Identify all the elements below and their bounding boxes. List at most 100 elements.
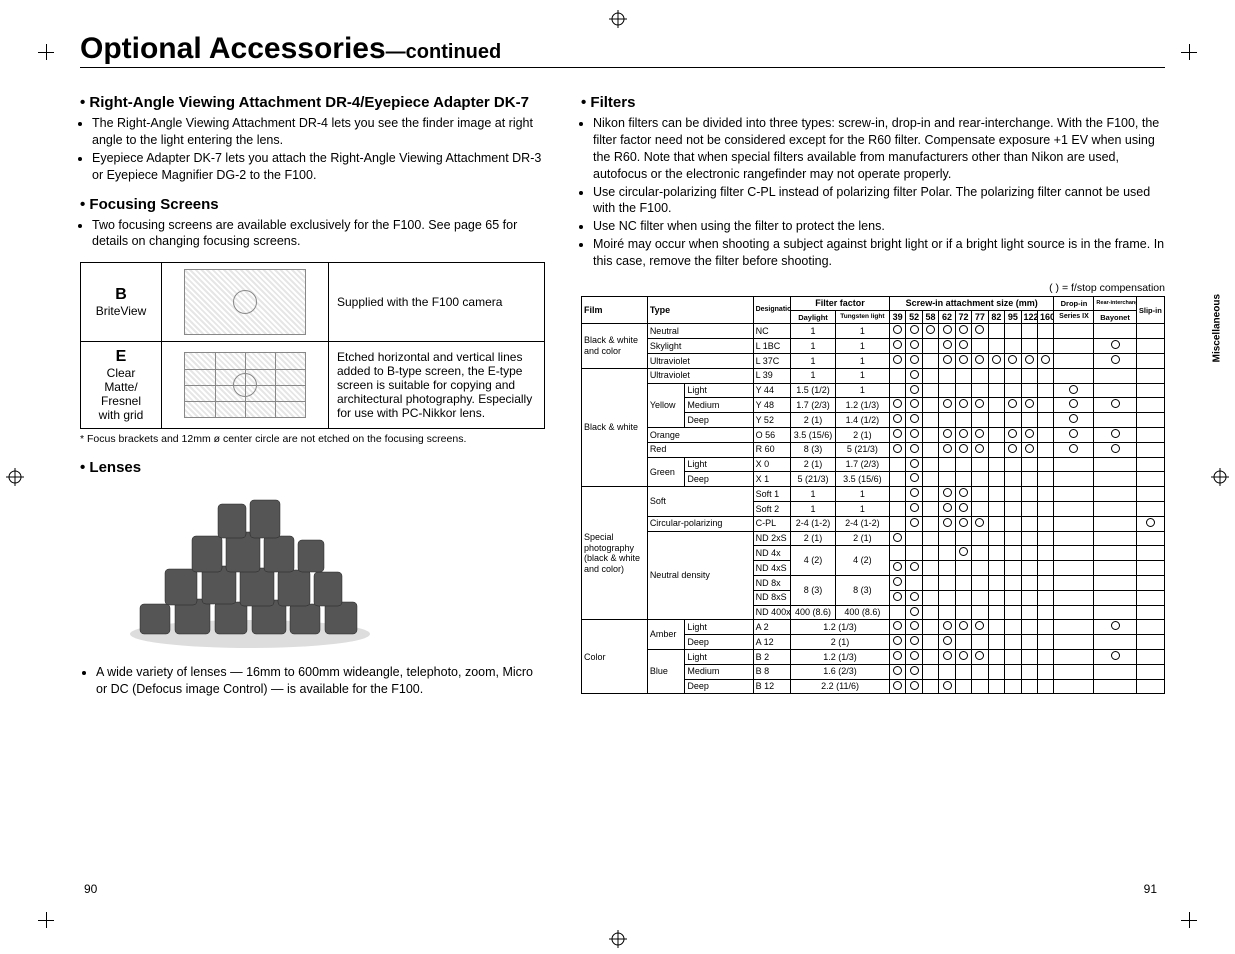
size-cell — [906, 664, 922, 679]
size-cell — [1038, 339, 1054, 354]
size-cell — [1005, 635, 1021, 650]
title-suffix: —continued — [386, 41, 502, 63]
subtype-cell: Light — [685, 620, 753, 635]
daylight-cell: 2.2 (11/6) — [791, 679, 890, 694]
daylight-cell: 1 — [791, 487, 836, 502]
daylight-cell: 1 — [791, 324, 836, 339]
size-cell — [955, 339, 971, 354]
size-cell — [1038, 635, 1054, 650]
series-cell — [1054, 605, 1094, 620]
size-cell — [1005, 383, 1021, 398]
subtype-cell: Medium — [685, 398, 753, 413]
size-cell — [1005, 502, 1021, 517]
size-cell — [1038, 679, 1054, 694]
size-cell — [906, 383, 922, 398]
size-cell — [922, 487, 938, 502]
size-cell — [972, 679, 988, 694]
series-cell — [1054, 576, 1094, 591]
type-cell: Neutral density — [647, 531, 753, 620]
tungsten-cell: 1 — [835, 354, 889, 369]
designation-cell: C-PL — [753, 516, 791, 531]
size-cell — [939, 339, 955, 354]
size-cell — [939, 502, 955, 517]
type-cell: Amber — [647, 620, 685, 650]
size-cell — [988, 546, 1004, 561]
bayonet-cell — [1094, 664, 1136, 679]
designation-cell: B 12 — [753, 679, 791, 694]
size-cell — [906, 679, 922, 694]
type-cell: Neutral — [647, 324, 753, 339]
size-cell — [1005, 442, 1021, 457]
size-cell — [1005, 516, 1021, 531]
size-cell — [889, 561, 905, 576]
size-cell — [988, 487, 1004, 502]
crop-mark — [38, 912, 54, 928]
size-cell — [988, 472, 1004, 487]
designation-cell: Y 44 — [753, 383, 791, 398]
size-cell — [939, 635, 955, 650]
size-cell — [1021, 635, 1037, 650]
size-cell — [906, 368, 922, 383]
tungsten-cell: 2 (1) — [835, 531, 889, 546]
size-cell — [1038, 398, 1054, 413]
type-cell: Skylight — [647, 339, 753, 354]
size-cell — [922, 398, 938, 413]
size-cell — [955, 442, 971, 457]
size-cell — [1021, 428, 1037, 443]
series-cell — [1054, 546, 1094, 561]
size-cell — [939, 472, 955, 487]
bullet: The Right-Angle Viewing Attachment DR-4 … — [92, 115, 545, 149]
size-cell — [1021, 368, 1037, 383]
daylight-cell: 8 (3) — [791, 576, 836, 606]
size-cell — [1021, 664, 1037, 679]
th-rear: Rear-interchange — [1094, 296, 1136, 310]
slipin-cell — [1136, 650, 1164, 665]
size-cell — [1038, 442, 1054, 457]
subtype-cell: Light — [685, 457, 753, 472]
table-row: EClear Matte/ Fresnel with grid Etched h… — [81, 342, 545, 429]
size-cell — [1021, 546, 1037, 561]
screen-b-desc: Supplied with the F100 camera — [329, 263, 545, 342]
designation-cell: Soft 2 — [753, 502, 791, 517]
size-cell — [972, 546, 988, 561]
table-row: Special photography (black & white and c… — [582, 487, 1165, 502]
daylight-cell: 1 — [791, 502, 836, 517]
size-cell — [922, 383, 938, 398]
size-cell — [1005, 368, 1021, 383]
bullets-filters: Nikon filters can be divided into three … — [581, 115, 1165, 270]
tungsten-cell: 1 — [835, 487, 889, 502]
series-cell — [1054, 413, 1094, 428]
slipin-cell — [1136, 487, 1164, 502]
size-cell — [1038, 428, 1054, 443]
th-slip: Slip-in — [1136, 296, 1164, 324]
designation-cell: L 39 — [753, 368, 791, 383]
size-cell — [1005, 354, 1021, 369]
film-cell: Black & white — [582, 368, 648, 486]
size-cell — [1038, 576, 1054, 591]
bayonet-cell — [1094, 368, 1136, 383]
size-cell — [1021, 339, 1037, 354]
designation-cell: Y 48 — [753, 398, 791, 413]
size-cell — [939, 442, 955, 457]
size-cell — [1038, 354, 1054, 369]
size-cell — [906, 546, 922, 561]
size-cell — [922, 605, 938, 620]
series-cell — [1054, 324, 1094, 339]
type-cell: Circular-polarizing — [647, 516, 753, 531]
bayonet-cell — [1094, 620, 1136, 635]
size-cell — [988, 413, 1004, 428]
size-cell — [1038, 502, 1054, 517]
size-cell — [922, 472, 938, 487]
film-cell: Black & white and color — [582, 324, 648, 368]
subtype-cell: Deep — [685, 472, 753, 487]
slipin-cell — [1136, 442, 1164, 457]
designation-cell: ND 8xS — [753, 590, 791, 605]
bullet: Two focusing screens are available exclu… — [92, 217, 545, 251]
daylight-cell: 1.2 (1/3) — [791, 620, 890, 635]
size-cell — [922, 502, 938, 517]
size-cell — [939, 620, 955, 635]
size-cell — [955, 413, 971, 428]
size-cell — [939, 383, 955, 398]
size-cell — [922, 442, 938, 457]
series-cell — [1054, 531, 1094, 546]
